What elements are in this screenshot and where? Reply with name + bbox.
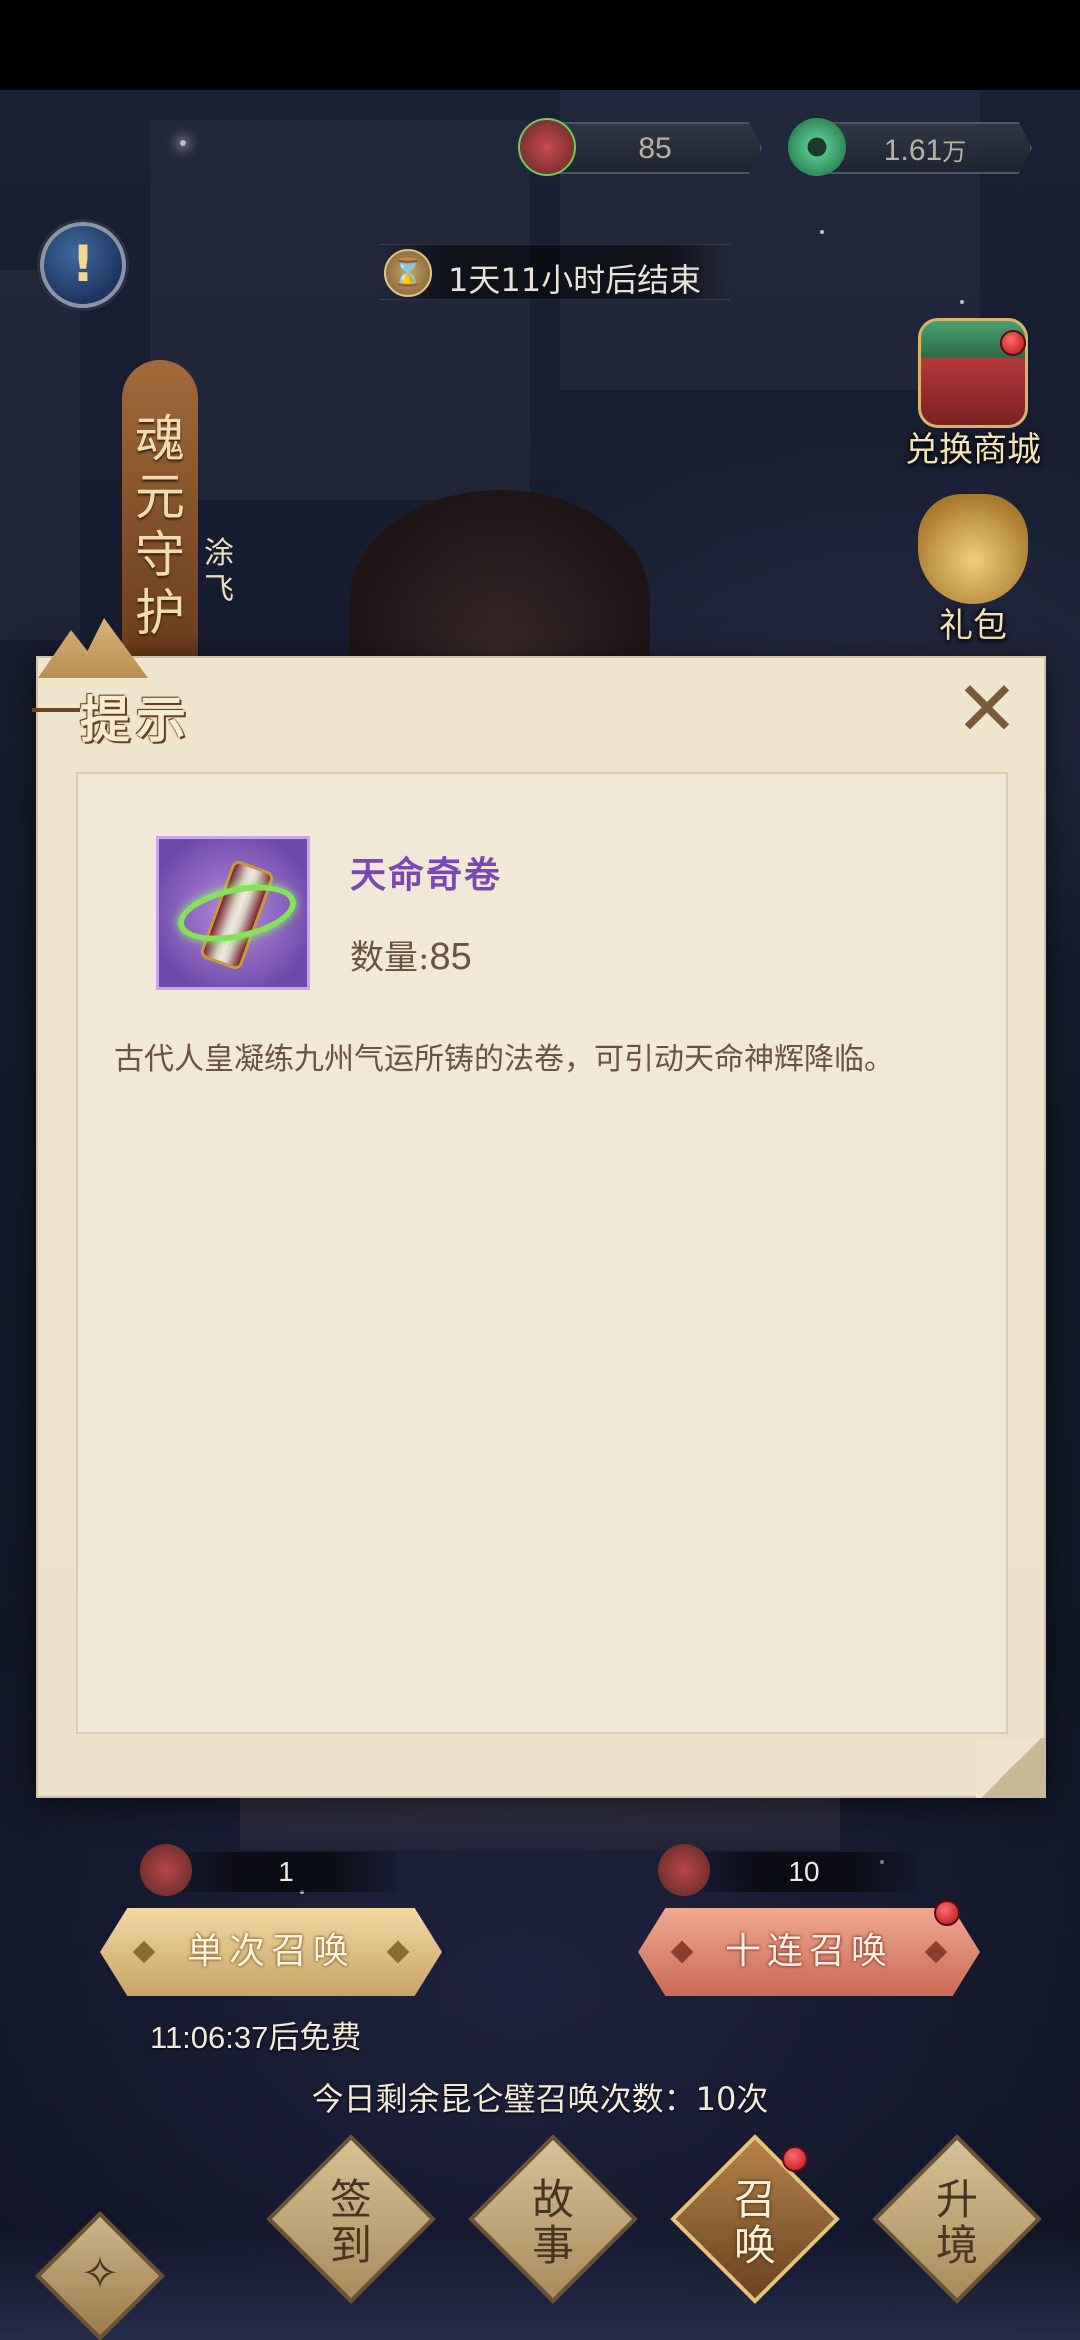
background-panel [150, 120, 530, 500]
nav-summon[interactable]: 召 唤 [670, 2134, 840, 2304]
item-quantity: 数量:85 [350, 930, 472, 979]
item-description: 古代人皇凝练九州气运所铸的法卷，可引动天命神辉降临。 [114, 1042, 894, 1077]
ten-summon-label: 十连召唤 [724, 1931, 893, 1972]
jade-currency[interactable]: 1.61万 [788, 118, 1032, 176]
money-bag-icon [918, 494, 1028, 604]
remaining-summons-text: 今日剩余昆仑璧召唤次数：10次 [311, 2080, 769, 2118]
event-timer-text: 1天11小时后结束 [448, 261, 702, 299]
single-summon-button[interactable]: 单次召唤 [100, 1908, 442, 1996]
notification-dot [934, 1900, 960, 1926]
item-tip-dialog: 提示 ✕ 天命奇卷 数量:85 古代人皇凝练九州气运所铸的法卷，可引动天命神辉降… [32, 618, 1046, 1798]
nav-label-bottom: 唤 [733, 2221, 776, 2270]
jade-coin-icon [788, 118, 846, 176]
diamond-ornament [670, 1940, 694, 1964]
title-ornament-line [32, 708, 80, 712]
free-summon-timer: 11:06:37后免费 [150, 2020, 362, 2055]
scroll-currency[interactable]: 85 [518, 118, 762, 176]
notification-dot [1000, 330, 1026, 356]
nav-label-top: 升 [935, 2175, 978, 2224]
scroll-icon [518, 118, 576, 176]
nav-checkin[interactable]: 签 到 [266, 2134, 436, 2304]
jade-amount-value: 1.61 [883, 134, 943, 167]
event-timer: ⌛ 1天11小时后结束 [380, 244, 730, 300]
diamond-ornament [386, 1940, 410, 1964]
nav-story[interactable]: 故 事 [468, 2134, 638, 2304]
nav-label-bottom: 到 [329, 2221, 372, 2270]
back-button[interactable]: ✧ [34, 2210, 166, 2340]
hourglass-icon: ⌛ [384, 249, 432, 297]
item-quantity-value: 85 [429, 936, 472, 978]
jade-amount: 1.61万 [848, 132, 1002, 168]
notification-dot [782, 2146, 808, 2172]
scroll-count: 85 [638, 132, 672, 165]
star [820, 230, 824, 234]
dialog-title: 提示 [80, 690, 192, 749]
status-bar [0, 0, 1080, 90]
ten-summon-button[interactable]: 十连召唤 [638, 1908, 980, 1996]
nav-label-top: 故 [531, 2175, 574, 2224]
star [180, 140, 186, 146]
background-panel [0, 270, 80, 640]
single-summon-cost: 1 [140, 1844, 396, 1896]
gift-pack-button[interactable]: 礼包 [888, 494, 1058, 647]
item-quantity-label: 数量: [350, 938, 430, 978]
info-button[interactable]: ! [40, 222, 126, 308]
gift-pack-label: 礼包 [939, 606, 1007, 646]
close-icon[interactable]: ✕ [952, 671, 1022, 747]
nav-label-bottom: 事 [531, 2221, 574, 2270]
item-name: 天命奇卷 [350, 854, 503, 896]
single-summon-label: 单次召唤 [186, 1931, 355, 1972]
hero-sub-name: 涂飞 [204, 536, 234, 607]
hero-title-banner[interactable]: 魂元守护 [122, 360, 198, 660]
dialog-content: 天命奇卷 数量:85 古代人皇凝练九州气运所铸的法卷，可引动天命神辉降临。 [76, 772, 1008, 1734]
nav-ascend[interactable]: 升 境 [872, 2134, 1042, 2304]
destiny-scroll-icon [156, 836, 310, 990]
bottom-nav: ✧ 签 到 故 事 召 唤 升 境 [0, 2130, 1080, 2340]
nav-label-bottom: 境 [935, 2221, 978, 2270]
nav-label-top: 签 [329, 2175, 372, 2224]
hero-banner-title: 魂元守护 [135, 410, 185, 642]
exchange-shop-button[interactable]: 兑换商城 [888, 318, 1058, 471]
back-icon: ✧ [80, 2246, 120, 2300]
star [960, 300, 964, 304]
nav-label-top: 召 [733, 2175, 776, 2224]
diamond-ornament [924, 1940, 948, 1964]
ten-cost-value: 10 [788, 1856, 820, 1887]
diamond-ornament [132, 1940, 156, 1964]
jade-amount-unit: 万 [942, 139, 967, 166]
exchange-shop-label: 兑换商城 [905, 430, 1041, 470]
ten-summon-cost: 10 [658, 1844, 914, 1896]
single-cost-value: 1 [278, 1856, 294, 1887]
